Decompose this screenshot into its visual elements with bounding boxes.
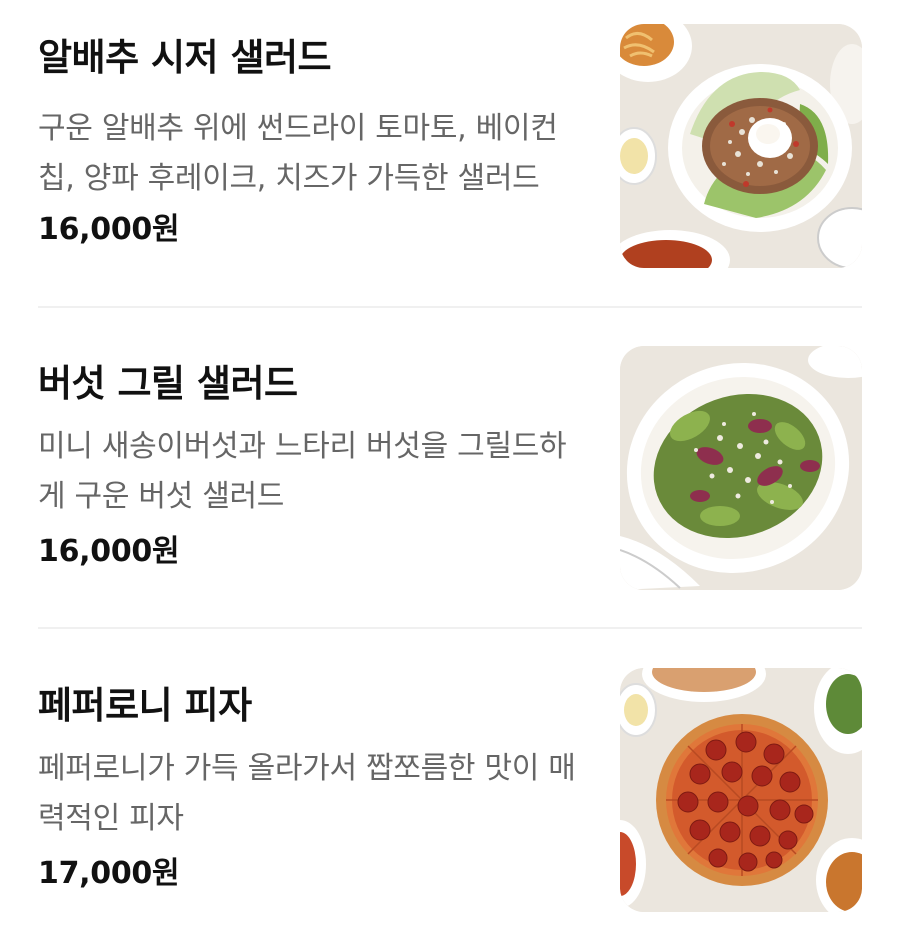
divider [38,306,862,308]
menu-item-name: 버섯 그릴 샐러드 [38,362,298,405]
menu-item-price: 16,000원 [38,534,180,569]
menu-item-description: 구운 알배추 위에 썬드라이 토마토, 베이컨칩, 양파 후레이크, 치즈가 가… [38,111,558,196]
divider [38,627,862,629]
mushroom-salad-image [620,346,862,590]
menu-item-name: 알배추 시저 샐러드 [38,36,332,79]
menu-item-price: 17,000원 [38,856,180,891]
menu-item-pepperoni-pizza[interactable]: 페퍼로니 피자 페퍼로니가 가득 올라가서 짭쪼름한 맛이 매력적인 피자 17… [0,644,900,944]
menu-item-photo[interactable] [620,346,862,590]
menu-item-description: 미니 새송이버섯과 느타리 버섯을 그릴드하게 구운 버섯 샐러드 [38,429,567,514]
menu-item-mushroom-grill-salad[interactable]: 버섯 그릴 샐러드 미니 새송이버섯과 느타리 버섯을 그릴드하게 구운 버섯 … [0,322,900,622]
menu-list: 알배추 시저 샐러드 구운 알배추 위에 썬드라이 토마토, 베이컨칩, 양파 … [0,0,900,936]
pepperoni-pizza-image [620,668,862,912]
caesar-salad-image [620,24,862,268]
menu-item-name: 페퍼로니 피자 [38,684,252,727]
menu-item-photo[interactable] [620,24,862,268]
menu-item-cabbage-caesar-salad[interactable]: 알배추 시저 샐러드 구운 알배추 위에 썬드라이 토마토, 베이컨칩, 양파 … [0,0,900,300]
menu-item-price: 16,000원 [38,212,180,247]
menu-item-description: 페퍼로니가 가득 올라가서 짭쪼름한 맛이 매력적인 피자 [38,751,576,836]
menu-item-photo[interactable] [620,668,862,912]
